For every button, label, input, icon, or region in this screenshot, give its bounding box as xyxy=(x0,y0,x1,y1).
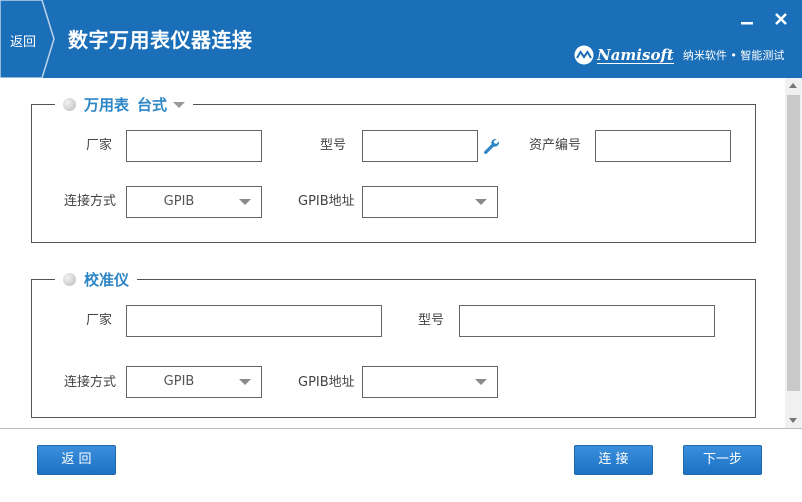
calibrator-connection-select[interactable]: GPIB xyxy=(126,366,262,398)
calibrator-address-value xyxy=(363,367,467,397)
multimeter-address-label: GPIB地址 xyxy=(298,194,355,209)
multimeter-address-select[interactable] xyxy=(362,186,498,218)
multimeter-asset-input[interactable] xyxy=(595,130,731,162)
scroll-thumb[interactable] xyxy=(787,95,800,391)
header-back-label: 返回 xyxy=(10,35,37,50)
multimeter-model-label: 型号 xyxy=(320,138,347,153)
chevron-down-icon xyxy=(239,199,251,205)
multimeter-connection-label: 连接方式 xyxy=(64,194,117,209)
namisoft-logo-icon xyxy=(574,45,594,65)
chevron-down-icon xyxy=(475,379,487,385)
multimeter-model-input[interactable] xyxy=(362,130,478,162)
multimeter-connection-select[interactable]: GPIB xyxy=(126,186,262,218)
calibrator-model-input[interactable] xyxy=(459,305,715,337)
calibrator-address-label: GPIB地址 xyxy=(298,375,355,390)
scroll-down-icon[interactable] xyxy=(789,418,797,423)
multimeter-address-value xyxy=(363,187,467,217)
header-back-button[interactable]: 返回 xyxy=(0,0,55,78)
multimeter-asset-label: 资产编号 xyxy=(529,138,582,153)
multimeter-panel xyxy=(31,104,756,243)
connect-button[interactable]: 连 接 xyxy=(574,445,653,475)
close-icon xyxy=(775,13,787,25)
chevron-down-icon[interactable] xyxy=(173,102,186,108)
wrench-icon[interactable] xyxy=(482,137,500,155)
calibrator-radio[interactable] xyxy=(63,272,76,286)
calibrator-manufacturer-input[interactable] xyxy=(126,305,382,337)
brand: Namisoft 纳米软件 • 智能测试 xyxy=(574,42,784,68)
multimeter-connection-value: GPIB xyxy=(163,194,195,209)
footer-divider xyxy=(0,428,802,429)
brand-name: Namisoft xyxy=(597,45,674,64)
multimeter-legend: 万用表 台式 xyxy=(55,93,194,115)
brand-subtitle: 纳米软件 • 智能测试 xyxy=(682,49,785,62)
multimeter-title: 万用表 xyxy=(84,95,130,114)
calibrator-legend: 校准仪 xyxy=(55,268,138,290)
minimize-button[interactable] xyxy=(738,10,756,28)
multimeter-manufacturer-label: 厂家 xyxy=(86,138,113,153)
window-title: 数字万用表仪器连接 xyxy=(68,28,253,52)
minimize-icon xyxy=(741,22,753,25)
close-button[interactable] xyxy=(772,10,790,28)
calibrator-connection-label: 连接方式 xyxy=(64,375,117,390)
scroll-up-icon[interactable] xyxy=(789,83,797,88)
multimeter-manufacturer-input[interactable] xyxy=(126,130,262,162)
multimeter-radio[interactable] xyxy=(63,97,76,111)
title-bar: 返回 数字万用表仪器连接 Namisoft 纳米软件 • 智能测试 xyxy=(0,0,802,78)
chevron-down-icon xyxy=(239,379,251,385)
calibrator-connection-value: GPIB xyxy=(163,374,195,389)
calibrator-manufacturer-label: 厂家 xyxy=(86,313,113,328)
calibrator-address-select[interactable] xyxy=(362,366,498,398)
calibrator-title: 校准仪 xyxy=(84,270,130,289)
next-button[interactable]: 下一步 xyxy=(683,445,762,475)
calibrator-model-label: 型号 xyxy=(418,313,445,328)
vertical-scrollbar[interactable] xyxy=(785,78,802,428)
back-button[interactable]: 返 回 xyxy=(37,445,116,475)
chevron-down-icon xyxy=(475,199,487,205)
multimeter-subtype-dropdown[interactable]: 台式 xyxy=(137,94,167,115)
